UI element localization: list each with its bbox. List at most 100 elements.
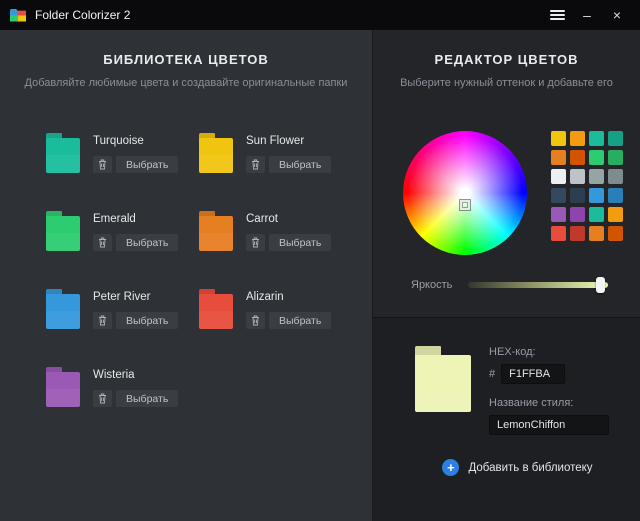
library-grid: Turquoise Выбрать Sun Flower Выбрать (0, 89, 372, 407)
color-swatch[interactable] (551, 150, 566, 165)
folder-icon[interactable] (199, 289, 233, 329)
delete-button[interactable] (246, 234, 265, 251)
brightness-row: Яркость (373, 255, 640, 291)
color-swatch[interactable] (570, 226, 585, 241)
trash-icon (98, 315, 107, 326)
folder-icon[interactable] (46, 367, 80, 407)
color-swatch[interactable] (570, 131, 585, 146)
choose-button[interactable]: Выбрать (269, 312, 331, 329)
color-wheel[interactable] (403, 131, 527, 255)
color-swatch[interactable] (551, 188, 566, 203)
choose-button[interactable]: Выбрать (116, 156, 178, 173)
delete-button[interactable] (93, 390, 112, 407)
trash-icon (98, 159, 107, 170)
folder-icon[interactable] (46, 289, 80, 329)
minimize-button[interactable]: – (572, 0, 602, 30)
color-name: Alizarin (246, 291, 331, 303)
color-name: Emerald (93, 213, 178, 225)
color-swatch[interactable] (608, 226, 623, 241)
color-swatch[interactable] (589, 131, 604, 146)
library-item: Turquoise Выбрать (46, 133, 199, 173)
close-button[interactable]: × (602, 0, 632, 30)
hex-input[interactable] (501, 364, 565, 384)
folder-icon[interactable] (46, 133, 80, 173)
app-logo-icon (10, 9, 26, 22)
color-swatch[interactable] (589, 226, 604, 241)
color-swatch[interactable] (608, 131, 623, 146)
style-section: HEX-код: # Название стиля: + Добавить в … (373, 317, 640, 521)
menu-button[interactable] (542, 0, 572, 30)
style-name-label: Название стиля: (489, 397, 609, 409)
color-swatch[interactable] (608, 150, 623, 165)
brightness-slider-handle[interactable] (596, 277, 605, 293)
choose-button[interactable]: Выбрать (116, 390, 178, 407)
color-swatch[interactable] (570, 188, 585, 203)
hex-prefix: # (489, 368, 495, 380)
style-name-input[interactable] (489, 415, 609, 435)
color-swatch[interactable] (570, 169, 585, 184)
titlebar: Folder Colorizer 2 – × (0, 0, 640, 30)
choose-button[interactable]: Выбрать (269, 156, 331, 173)
folder-icon[interactable] (46, 211, 80, 251)
library-title: БИБЛИОТЕКА ЦВЕТОВ (0, 52, 372, 67)
folder-icon[interactable] (199, 211, 233, 251)
trash-icon (251, 159, 260, 170)
add-to-library-button[interactable]: + Добавить в библиотеку (415, 459, 620, 476)
trash-icon (98, 393, 107, 404)
library-item: Carrot Выбрать (199, 211, 352, 251)
folder-preview (415, 346, 471, 412)
color-swatch[interactable] (589, 150, 604, 165)
library-item: Emerald Выбрать (46, 211, 199, 251)
delete-button[interactable] (246, 312, 265, 329)
plus-icon: + (442, 459, 459, 476)
color-swatch[interactable] (570, 207, 585, 222)
library-item: Peter River Выбрать (46, 289, 199, 329)
trash-icon (251, 237, 260, 248)
color-name: Turquoise (93, 135, 178, 147)
color-swatch[interactable] (608, 169, 623, 184)
color-swatch[interactable] (608, 207, 623, 222)
delete-button[interactable] (93, 312, 112, 329)
color-name: Peter River (93, 291, 178, 303)
library-panel: БИБЛИОТЕКА ЦВЕТОВ Добавляйте любимые цве… (0, 30, 372, 521)
color-wheel-selector[interactable] (460, 200, 470, 210)
brightness-label: Яркость (411, 279, 452, 291)
add-to-library-label: Добавить в библиотеку (468, 462, 592, 474)
editor-panel: РЕДАКТОР ЦВЕТОВ Выберите нужный оттенок … (372, 30, 640, 521)
editor-subtitle: Выберите нужный оттенок и добавьте его (387, 77, 626, 89)
choose-button[interactable]: Выбрать (116, 312, 178, 329)
color-swatch[interactable] (589, 207, 604, 222)
color-swatch[interactable] (551, 207, 566, 222)
color-swatch[interactable] (551, 169, 566, 184)
main-area: БИБЛИОТЕКА ЦВЕТОВ Добавляйте любимые цве… (0, 30, 640, 521)
picker-row (373, 89, 640, 255)
color-swatch[interactable] (551, 226, 566, 241)
color-name: Carrot (246, 213, 331, 225)
delete-button[interactable] (93, 234, 112, 251)
trash-icon (251, 315, 260, 326)
choose-button[interactable]: Выбрать (269, 234, 331, 251)
folder-icon[interactable] (199, 133, 233, 173)
hex-label: HEX-код: (489, 346, 609, 358)
app-window: Folder Colorizer 2 – × БИБЛИОТЕКА ЦВЕТОВ… (0, 0, 640, 521)
library-item: Alizarin Выбрать (199, 289, 352, 329)
color-swatch[interactable] (570, 150, 585, 165)
delete-button[interactable] (246, 156, 265, 173)
hamburger-icon (550, 8, 565, 22)
color-swatch[interactable] (589, 169, 604, 184)
color-name: Wisteria (93, 369, 178, 381)
color-swatch[interactable] (608, 188, 623, 203)
window-title: Folder Colorizer 2 (35, 8, 130, 22)
editor-title: РЕДАКТОР ЦВЕТОВ (373, 52, 640, 67)
titlebar-buttons: – × (542, 0, 632, 30)
swatch-grid (551, 131, 623, 241)
trash-icon (98, 237, 107, 248)
brightness-slider[interactable] (468, 282, 608, 288)
color-name: Sun Flower (246, 135, 331, 147)
color-swatch[interactable] (589, 188, 604, 203)
library-item: Sun Flower Выбрать (199, 133, 352, 173)
delete-button[interactable] (93, 156, 112, 173)
choose-button[interactable]: Выбрать (116, 234, 178, 251)
color-swatch[interactable] (551, 131, 566, 146)
library-subtitle: Добавляйте любимые цвета и создавайте ор… (14, 77, 358, 89)
